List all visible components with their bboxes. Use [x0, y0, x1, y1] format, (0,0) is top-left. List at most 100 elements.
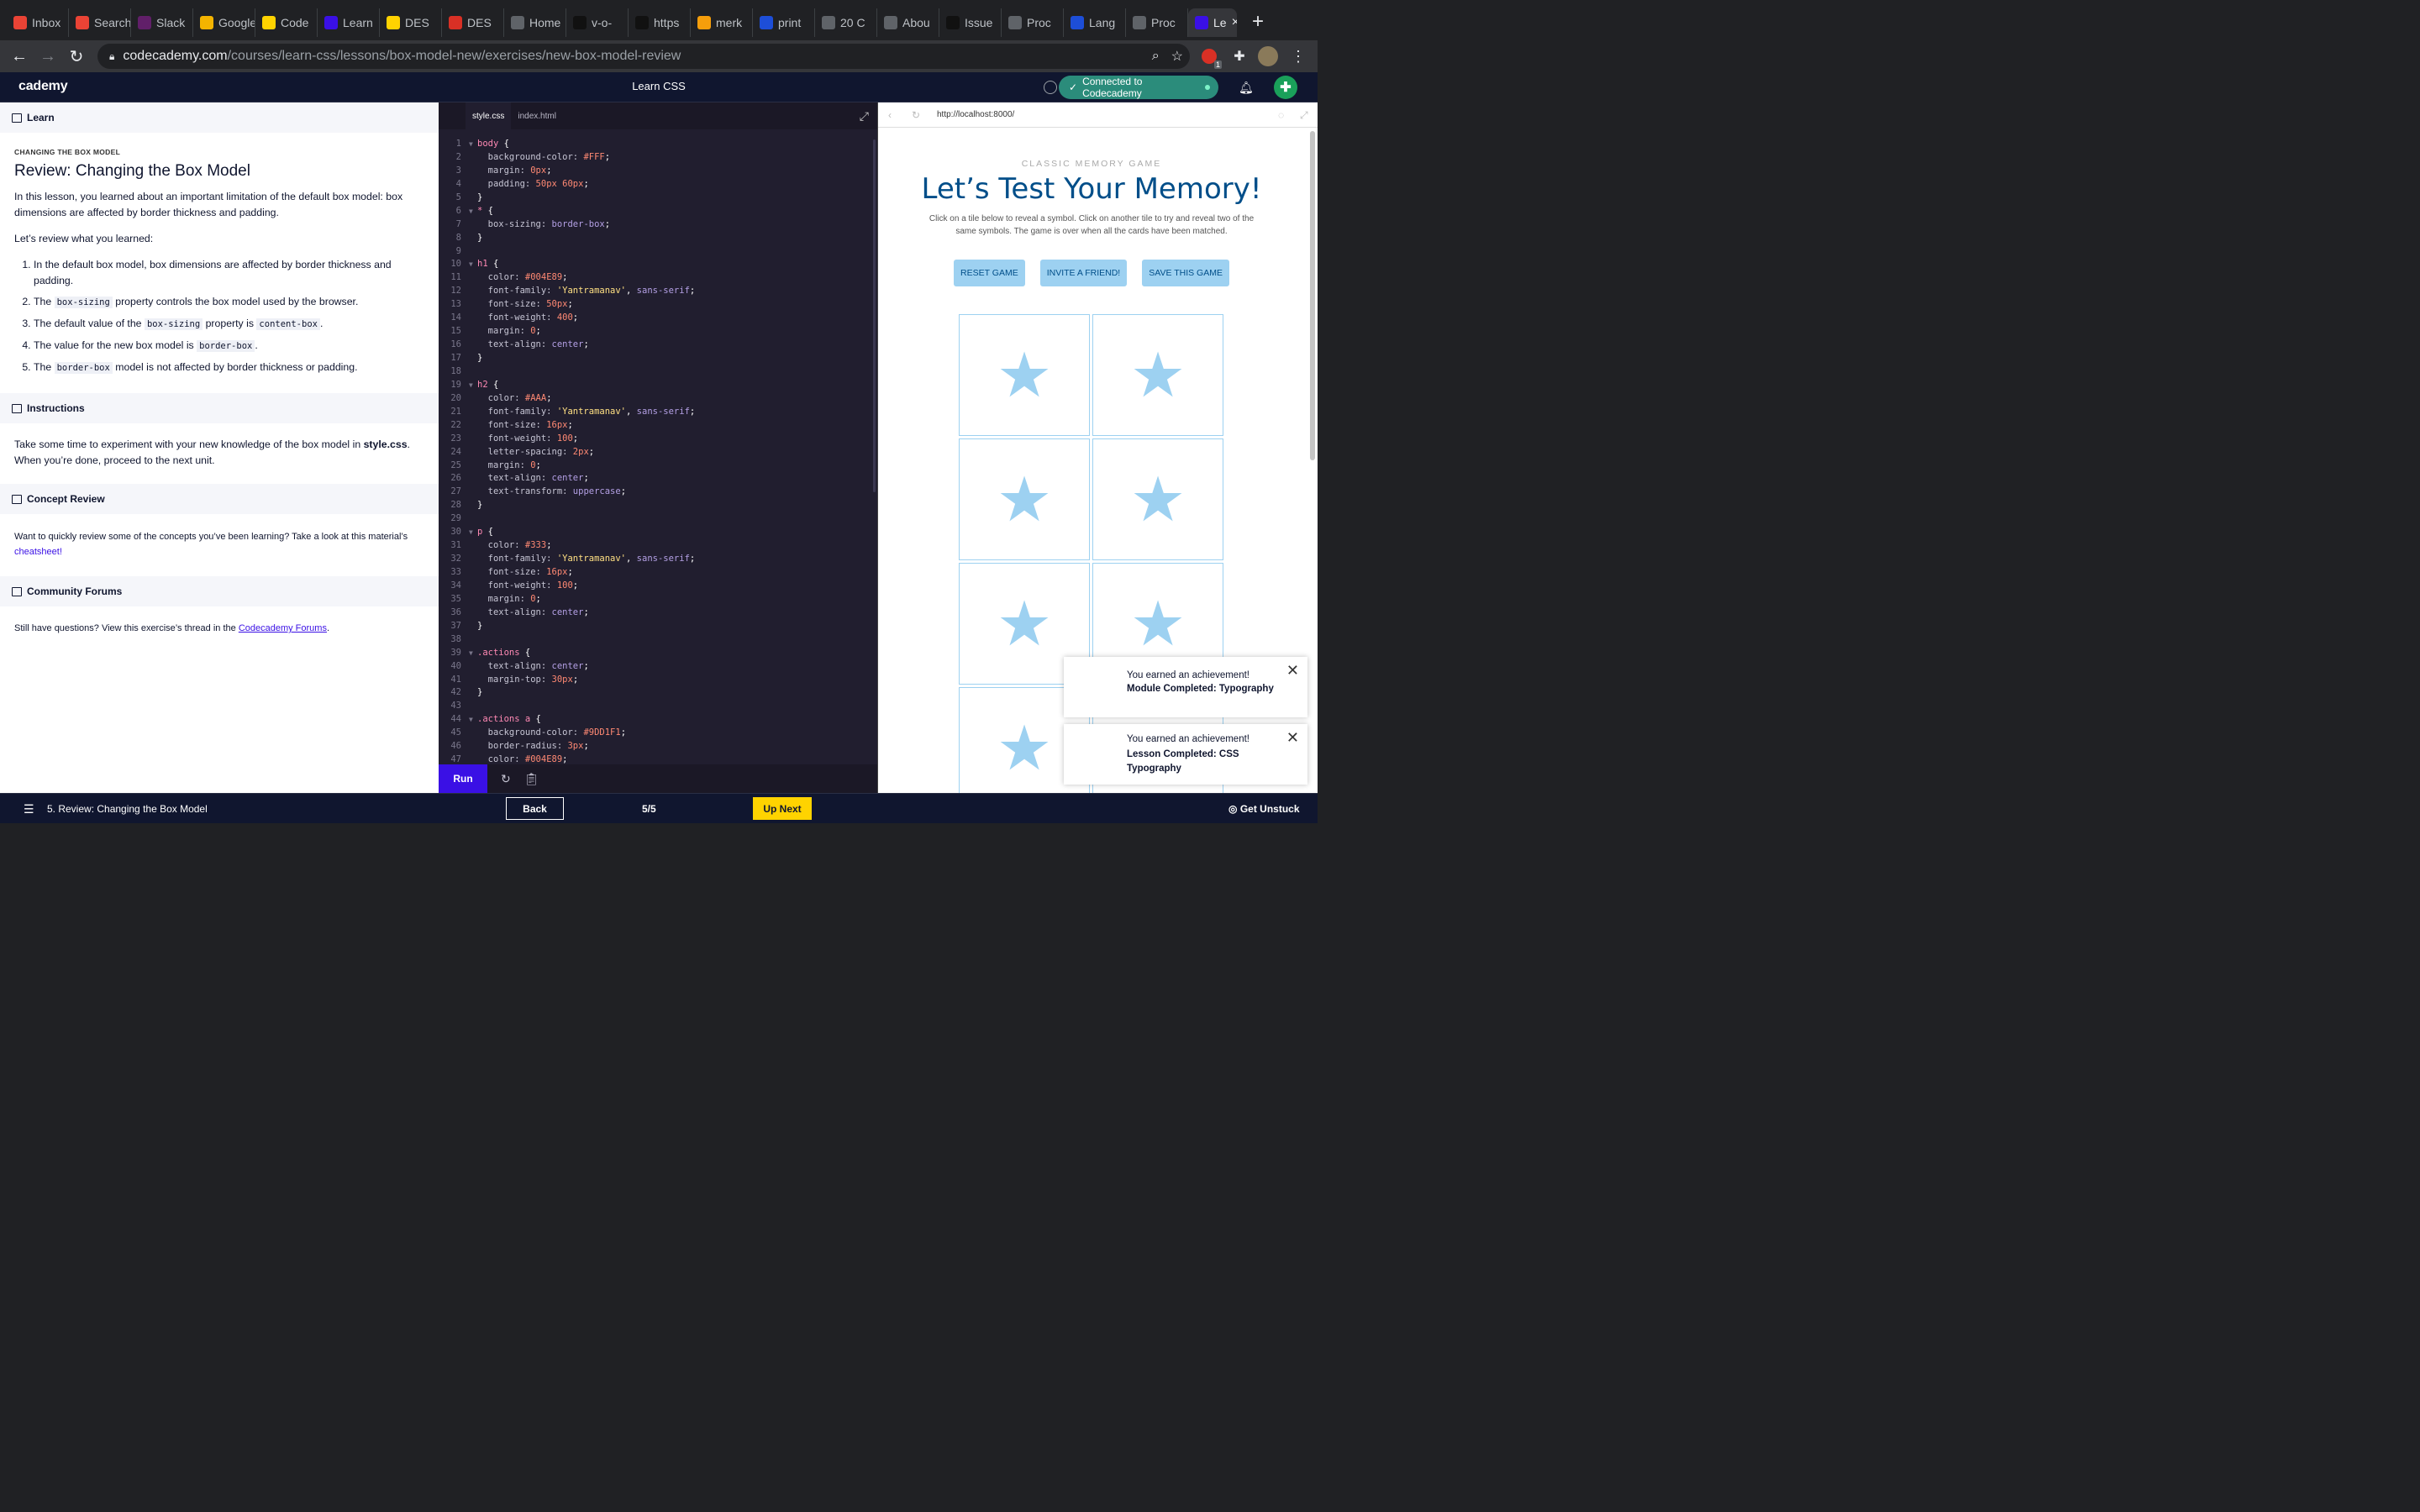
code-token: ;: [567, 419, 573, 430]
line-number: 46: [450, 741, 461, 752]
browser-tab[interactable]: Lang: [1064, 8, 1126, 37]
editor-tabs: style.css index.html: [439, 102, 877, 129]
connection-status-badge[interactable]: ✓ Connected to Codecademy: [1059, 76, 1218, 99]
code-text: font-size: 50px;: [477, 298, 573, 312]
timer-icon[interactable]: [1044, 81, 1057, 94]
reset-icon[interactable]: ↻: [501, 772, 511, 786]
up-next-button[interactable]: Up Next: [753, 797, 812, 820]
user-avatar[interactable]: ✚: [1274, 76, 1297, 99]
preview-scrollbar[interactable]: [1310, 131, 1315, 460]
code-token: font-size:: [477, 299, 547, 310]
learn-section-header: Learn: [0, 102, 439, 133]
close-icon[interactable]: ✕: [1286, 662, 1299, 680]
browser-tab[interactable]: print: [753, 8, 815, 37]
code-token: ;: [546, 392, 552, 403]
cheatsheet-link[interactable]: cheatsheet!: [14, 547, 62, 557]
profile-avatar[interactable]: [1257, 45, 1279, 67]
save-game-button[interactable]: SAVE THIS GAME: [1142, 260, 1229, 286]
browser-tab[interactable]: Home: [504, 8, 566, 37]
browser-tab[interactable]: DES: [380, 8, 442, 37]
fold-arrow-icon[interactable]: ▼: [469, 258, 473, 271]
browser-tab[interactable]: Abou: [877, 8, 939, 37]
community-forums-section-header[interactable]: Community Forums: [0, 576, 439, 606]
browser-tab[interactable]: v-o-: [566, 8, 629, 37]
fold-arrow-icon[interactable]: ▼: [469, 526, 473, 539]
memory-card[interactable]: ★: [959, 438, 1090, 560]
menu-dots-icon[interactable]: ⋮: [1287, 45, 1309, 67]
browser-tab[interactable]: https: [629, 8, 691, 37]
preview-refresh-icon[interactable]: ↻: [912, 109, 920, 121]
tab-style-css[interactable]: style.css: [466, 102, 512, 129]
new-tab-button[interactable]: +: [1252, 10, 1264, 34]
forward-arrow-icon[interactable]: →: [34, 42, 62, 71]
chat-bubble-icon: [12, 586, 22, 596]
code-line: 44 ▼ .actions a {: [439, 713, 877, 727]
reset-game-button[interactable]: RESET GAME: [954, 260, 1025, 286]
codecademy-header: codecademy Learn CSS ✓Connected to Codec…: [0, 72, 1318, 129]
browser-tab[interactable]: Google: [193, 8, 255, 37]
preview-url[interactable]: http://localhost:8000/: [937, 110, 1014, 119]
line-number: 44: [450, 714, 461, 725]
tab-index-html[interactable]: index.html: [511, 102, 563, 129]
preview-expand-icon[interactable]: ⤢: [1300, 109, 1308, 122]
fold-arrow-icon[interactable]: ▼: [469, 379, 473, 392]
hamburger-menu-icon[interactable]: ☰: [24, 802, 34, 816]
adblock-extension-icon[interactable]: 1: [1198, 45, 1222, 69]
memory-card[interactable]: ★: [1092, 314, 1223, 436]
url-host: codecademy.com: [123, 49, 228, 63]
lesson-breadcrumb[interactable]: 5. Review: Changing the Box Model: [47, 803, 208, 815]
invite-friend-button[interactable]: INVITE A FRIEND!: [1039, 260, 1128, 286]
page-icon: [635, 16, 649, 29]
browser-tab[interactable]: merk: [691, 8, 753, 37]
browser-tab[interactable]: Slack: [131, 8, 193, 37]
browser-tab[interactable]: Code: [255, 8, 318, 37]
fold-arrow-icon[interactable]: ▼: [469, 138, 473, 151]
bookmark-star-icon[interactable]: ☆: [1171, 48, 1183, 65]
fold-arrow-icon[interactable]: ▼: [469, 205, 473, 218]
code-area[interactable]: 1 ▼ body {2 background-color: #FFF; 3 margi…: [439, 138, 877, 767]
expand-icon[interactable]: ⤢: [860, 109, 869, 123]
browser-tab[interactable]: Search: [69, 8, 131, 37]
browser-tab[interactable]: Proc: [1126, 8, 1188, 37]
preview-back-icon[interactable]: ‹: [888, 109, 892, 121]
code-line: 32 font-family: 'Yantramanav', sans-seri…: [439, 553, 877, 566]
forums-link[interactable]: Codecademy Forums: [239, 623, 327, 633]
reload-icon[interactable]: ↻: [62, 42, 91, 71]
line-number: 25: [450, 459, 461, 470]
instructions-section-header[interactable]: Instructions: [0, 393, 439, 423]
concept-review-section-header[interactable]: Concept Review: [0, 484, 439, 514]
code-text: .actions {: [477, 647, 530, 660]
get-unstuck-button[interactable]: ◎ Get Unstuck: [1228, 803, 1300, 815]
memory-card[interactable]: ★: [1092, 438, 1223, 560]
bell-icon[interactable]: 🔔︎: [1239, 81, 1254, 95]
browser-tab[interactable]: DES: [442, 8, 504, 37]
clipboard-icon[interactable]: 📋︎: [524, 772, 539, 786]
inline-code: content-box: [256, 318, 320, 330]
browser-tab[interactable]: 20 C: [815, 8, 877, 37]
browser-tab[interactable]: Learn: [318, 8, 380, 37]
browser-tab[interactable]: Proc: [1002, 8, 1064, 37]
run-button[interactable]: Run: [439, 764, 487, 793]
back-button[interactable]: Back: [506, 797, 564, 820]
puzzle-icon[interactable]: ✚: [1228, 45, 1250, 67]
zoom-icon[interactable]: ⌕: [1152, 49, 1160, 64]
back-arrow-icon[interactable]: ←: [5, 42, 34, 71]
code-token: 3px: [567, 741, 584, 752]
browser-tab[interactable]: Issue: [939, 8, 1002, 37]
code-token: font-family:: [477, 286, 557, 297]
memory-card[interactable]: ★: [959, 314, 1090, 436]
browser-tab[interactable]: Inbox: [7, 8, 69, 37]
editor-scrollbar[interactable]: [873, 139, 876, 492]
achievement-toast-2: ✕ You earned an achievement! Lesson Comp…: [1064, 724, 1307, 785]
browser-tab-label: merk: [716, 16, 743, 29]
code-token: font-size:: [477, 419, 547, 430]
address-bar[interactable]: 🔒︎ codecademy.com/courses/learn-css/less…: [97, 44, 1190, 69]
code-token: text-align:: [477, 473, 552, 484]
fold-arrow-icon[interactable]: ▼: [469, 713, 473, 727]
close-tab-icon[interactable]: ×: [1232, 15, 1237, 30]
document-icon: [12, 494, 22, 504]
fold-arrow-icon[interactable]: ▼: [469, 647, 473, 660]
browser-tab[interactable]: Le ×: [1188, 8, 1237, 37]
line-number: 32: [450, 554, 461, 564]
close-icon[interactable]: ✕: [1286, 729, 1299, 747]
